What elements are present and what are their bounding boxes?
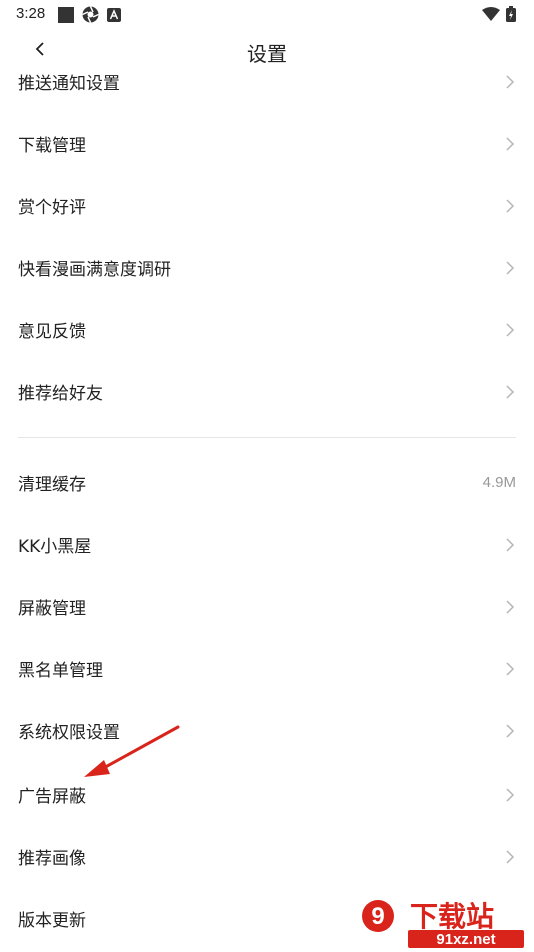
settings-item-label: 广告屏蔽 (18, 786, 86, 807)
chevron-right-icon (504, 384, 516, 399)
font-notification-icon (107, 7, 121, 26)
square-notification-icon (58, 6, 74, 27)
status-system-icons (482, 6, 516, 26)
settings-item-push-notifications[interactable]: 推送通知设置 (0, 50, 534, 112)
aperture-notification-icon (82, 6, 99, 27)
watermark-site: 91xz.net (436, 931, 495, 948)
wifi-icon (482, 7, 500, 25)
battery-icon (506, 6, 516, 26)
chevron-right-icon (504, 260, 516, 275)
chevron-right-icon (504, 723, 516, 738)
settings-item-label: 版本更新 (18, 910, 86, 931)
chevron-right-icon (504, 74, 516, 89)
settings-item-system-permissions[interactable]: 系统权限设置 (0, 699, 534, 761)
chevron-right-icon (504, 198, 516, 213)
settings-item-block-management[interactable]: 屏蔽管理 (0, 575, 534, 637)
settings-item-label: 推荐画像 (18, 848, 86, 869)
settings-item-label: 推送通知设置 (18, 73, 120, 94)
watermark-logo-mark: 9 (371, 903, 384, 930)
settings-item-label: 快看漫画满意度调研 (18, 259, 171, 280)
status-notification-icons (58, 6, 121, 27)
settings-item-label: 系统权限设置 (18, 722, 120, 743)
settings-item-kk-blackroom[interactable]: KK小黑屋 (0, 513, 534, 575)
watermark-brand: 下载站 (410, 901, 494, 932)
chevron-right-icon (504, 537, 516, 552)
settings-item-label: 推荐给好友 (18, 383, 103, 404)
chevron-right-icon (504, 599, 516, 614)
settings-item-label: 赏个好评 (18, 197, 86, 218)
settings-item-label: 黑名单管理 (18, 660, 103, 681)
chevron-right-icon (504, 136, 516, 151)
settings-item-feedback[interactable]: 意见反馈 (0, 298, 534, 360)
settings-item-blacklist[interactable]: 黑名单管理 (0, 637, 534, 699)
settings-item-label: KK小黑屋 (18, 536, 92, 557)
chevron-right-icon (504, 322, 516, 337)
status-time: 3:28 (16, 5, 46, 22)
cache-size-value: 4.9M (482, 473, 516, 491)
chevron-right-icon (504, 787, 516, 802)
section-divider (18, 437, 516, 438)
status-bar: 3:28 (0, 0, 534, 28)
settings-item-label: 下载管理 (18, 135, 86, 156)
settings-item-satisfaction-survey[interactable]: 快看漫画满意度调研 (0, 236, 534, 298)
chevron-right-icon (504, 661, 516, 676)
settings-item-ad-blocking[interactable]: 广告屏蔽 (0, 763, 534, 825)
watermark-logo: 9 下载站 91xz.net (358, 894, 528, 948)
settings-item-recommend-to-friend[interactable]: 推荐给好友 (0, 360, 534, 422)
settings-item-label: 清理缓存 (18, 474, 86, 495)
settings-item-label: 意见反馈 (18, 321, 86, 342)
settings-item-recommendation-profile[interactable]: 推荐画像 (0, 825, 534, 887)
settings-item-download-management[interactable]: 下载管理 (0, 112, 534, 174)
settings-item-label: 屏蔽管理 (18, 598, 86, 619)
settings-item-rate-app[interactable]: 赏个好评 (0, 174, 534, 236)
chevron-right-icon (504, 849, 516, 864)
settings-item-clear-cache[interactable]: 清理缓存 4.9M (0, 451, 534, 513)
